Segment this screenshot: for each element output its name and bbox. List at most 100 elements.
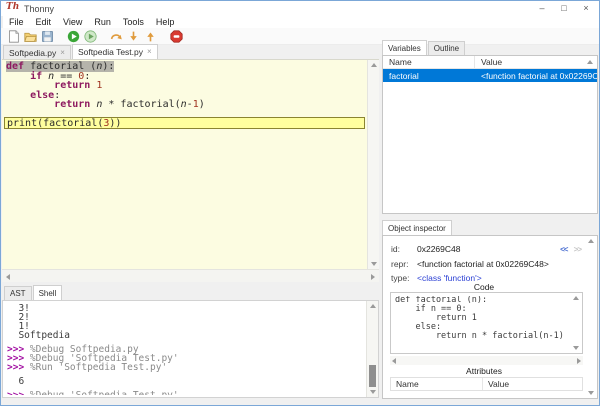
menu-help[interactable]: Help: [150, 17, 181, 27]
inspector-code-box[interactable]: def factorial (n): if n == 0: return 1 e…: [390, 292, 583, 354]
id-value: 0x2269C48: [417, 244, 460, 254]
scroll-down-icon[interactable]: [370, 390, 376, 394]
repr-label: repr:: [391, 259, 417, 269]
tab-close-icon[interactable]: ×: [60, 49, 65, 57]
maximize-button[interactable]: □: [553, 1, 575, 16]
minimize-button[interactable]: –: [531, 1, 553, 16]
code-line: print(factorial(3)): [4, 117, 365, 129]
stop-reset-icon[interactable]: [169, 29, 183, 43]
tab-object-inspector[interactable]: Object inspector: [382, 220, 452, 235]
scroll-down-icon[interactable]: [371, 262, 377, 266]
scroll-up-icon[interactable]: [370, 304, 376, 308]
shell-output[interactable]: 3! 2! 1! Softpedia>>> %Debug Softpedia.p…: [7, 304, 364, 395]
code-line: return n * factorial(n-1): [6, 100, 367, 110]
scrollbar-thumb[interactable]: [369, 365, 376, 387]
variables-header-name: Name: [383, 56, 475, 68]
tab-variables[interactable]: Variables: [382, 40, 427, 55]
step-out-icon[interactable]: [143, 29, 157, 43]
code-line: 2!: [7, 313, 364, 322]
close-button[interactable]: ×: [575, 1, 597, 16]
code-line: 3!: [7, 304, 364, 313]
scroll-down-icon[interactable]: [573, 346, 579, 350]
nav-forward-icon: >>: [574, 245, 581, 254]
toolbar: [1, 28, 599, 45]
menu-run[interactable]: Run: [88, 17, 117, 27]
code-section-label: Code: [383, 282, 585, 292]
thonny-logo-icon: Th: [6, 2, 19, 12]
attributes-section-label: Attributes: [383, 366, 585, 376]
inspector-fields: id: 0x2269C48 << >> repr: <function fact…: [391, 244, 581, 288]
tab-ast[interactable]: AST: [4, 286, 32, 300]
variables-header-row: Name Value: [383, 56, 597, 69]
repr-value: <function factorial at 0x02269C48>: [417, 259, 549, 269]
inspector-repr-row: repr: <function factorial at 0x02269C48>: [391, 259, 581, 269]
code-editor[interactable]: def factorial (n): if n == 0: return 1 e…: [2, 59, 379, 269]
attributes-header-value: Value: [483, 379, 582, 389]
open-file-icon[interactable]: [23, 29, 37, 43]
scroll-up-icon[interactable]: [371, 63, 377, 67]
tab-label: Variables: [388, 44, 421, 53]
code-line: 6: [7, 377, 364, 386]
step-into-icon[interactable]: [126, 29, 140, 43]
tab-shell[interactable]: Shell: [33, 285, 63, 300]
scroll-down-icon[interactable]: [588, 391, 594, 395]
scroll-up-icon[interactable]: [588, 239, 594, 243]
tab-label: Shell: [39, 289, 57, 298]
code-line: Softpedia: [7, 331, 364, 340]
titlebar: Th Thonny – □ ×: [1, 1, 599, 16]
editor-code-area[interactable]: def factorial (n): if n == 0: return 1 e…: [2, 60, 367, 269]
variable-row-factorial[interactable]: factorial <function factorial at 0x02269…: [383, 69, 597, 82]
run-script-icon[interactable]: [66, 29, 80, 43]
inspector-code: def factorial (n): if n == 0: return 1 e…: [395, 296, 571, 353]
code-line: >>> %Run 'Softpedia Test.py': [7, 363, 364, 372]
step-over-icon[interactable]: [109, 29, 123, 43]
scroll-up-icon[interactable]: [587, 60, 593, 64]
variables-tabstrip: Variables Outline: [382, 41, 466, 55]
debug-script-icon[interactable]: [83, 29, 97, 43]
menubar: File Edit View Run Tools Help: [3, 16, 599, 28]
inspector-tabstrip: Object inspector: [382, 221, 453, 235]
menu-tools[interactable]: Tools: [117, 17, 150, 27]
editor-tabstrip: Softpedia.py × Softpedia Test.py ×: [3, 44, 159, 59]
inspector-id-row: id: 0x2269C48 << >>: [391, 244, 581, 254]
tab-softpedia-test-py[interactable]: Softpedia Test.py ×: [72, 44, 158, 59]
variable-value: <function factorial at 0x02269C48>: [475, 71, 597, 81]
inspector-code-hscrollbar[interactable]: [390, 356, 583, 365]
menu-view[interactable]: View: [57, 17, 88, 27]
attributes-header-name: Name: [391, 378, 483, 390]
scroll-right-icon[interactable]: [577, 358, 581, 364]
scroll-left-icon[interactable]: [6, 274, 10, 280]
shell-vscrollbar[interactable]: [366, 301, 378, 397]
menu-edit[interactable]: Edit: [30, 17, 58, 27]
scroll-left-icon[interactable]: [392, 358, 396, 364]
scroll-right-icon[interactable]: [371, 274, 375, 280]
attributes-header-row: Name Value: [390, 377, 583, 391]
variables-panel: Name Value factorial <function factorial…: [382, 55, 598, 214]
variable-name: factorial: [383, 71, 475, 81]
tab-outline[interactable]: Outline: [428, 41, 465, 55]
tab-softpedia-py[interactable]: Softpedia.py ×: [3, 45, 71, 59]
code-line: [6, 110, 367, 116]
editor-vscrollbar[interactable]: [367, 60, 379, 269]
window-title: Thonny: [24, 4, 54, 14]
tab-close-icon[interactable]: ×: [147, 48, 152, 56]
new-file-icon[interactable]: [6, 29, 20, 43]
variables-header-value: Value: [475, 57, 597, 67]
shell-panel[interactable]: 3! 2! 1! Softpedia>>> %Debug Softpedia.p…: [2, 300, 379, 398]
tab-label: Outline: [434, 44, 459, 53]
object-inspector-panel: id: 0x2269C48 << >> repr: <function fact…: [382, 235, 598, 399]
tab-label: Softpedia.py: [9, 48, 56, 58]
nav-back-icon[interactable]: <<: [560, 245, 567, 254]
editor-hscrollbar[interactable]: [2, 269, 379, 282]
tab-label: Softpedia Test.py: [78, 47, 143, 57]
code-line: return n * factorial(n-1): [395, 332, 571, 341]
tab-label: AST: [10, 289, 26, 298]
tab-label: Object inspector: [388, 224, 446, 233]
menu-file[interactable]: File: [3, 17, 30, 27]
scroll-up-icon[interactable]: [573, 296, 579, 300]
save-file-icon[interactable]: [40, 29, 54, 43]
shell-tabstrip: AST Shell: [4, 285, 63, 300]
id-label: id:: [391, 244, 417, 254]
inspector-nav: << >>: [560, 245, 581, 254]
code-line: >>> %Debug 'Softpedia Test.py': [7, 391, 364, 395]
